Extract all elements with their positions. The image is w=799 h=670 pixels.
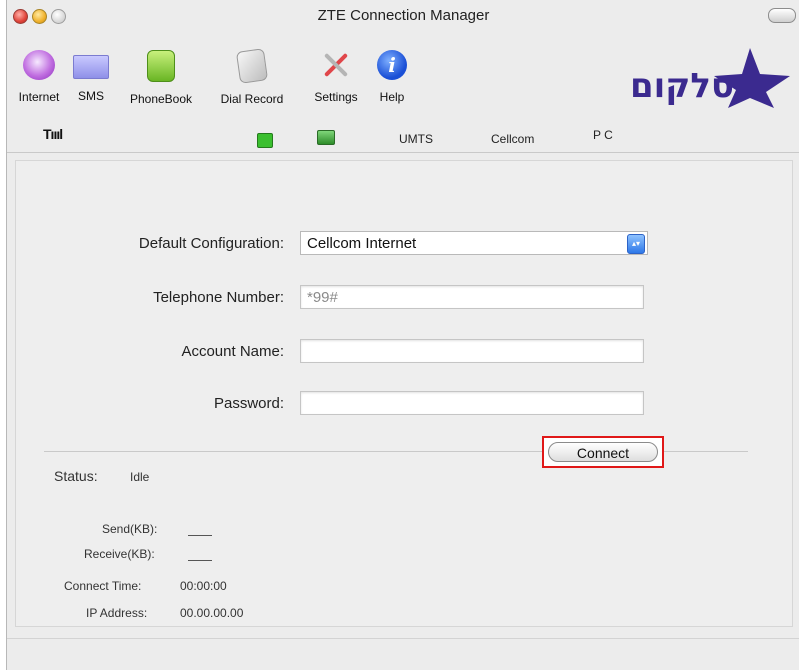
help-info-icon: i [377,50,407,80]
signal-strength-icon: Tıııl [43,126,63,142]
device-status-icon [257,133,273,148]
toolbar-phonebook-label: PhoneBook [129,92,193,106]
default-configuration-select[interactable]: Cellcom Internet ▴▾ [300,231,648,255]
toolbar-dial-record[interactable]: Dial Record [201,48,303,106]
app-window: ZTE Connection Manager Internet SMS Phon… [6,0,799,670]
send-value [188,535,212,536]
logo-text: סלקום [629,66,734,106]
send-label: Send(KB): [102,522,158,536]
network-status-icon [317,130,335,145]
account-name-label: Account Name: [181,343,284,360]
toolbar-help[interactable]: i Help [371,50,413,104]
connect-time-label: Connect Time: [64,579,142,593]
phonebook-icon [147,50,175,82]
toolbar-phonebook[interactable]: PhoneBook [121,50,201,106]
default-configuration-label: Default Configuration: [138,235,284,252]
window-title: ZTE Connection Manager [317,7,490,24]
toolbar-sms-label: SMS [77,89,104,103]
toolbar-internet[interactable]: Internet [13,50,65,104]
sms-envelope-icon [73,55,109,79]
cellcom-logo: סלקום [602,46,792,110]
receive-label: Receive(KB): [84,547,155,561]
toolbar-toggle-button[interactable] [768,8,796,23]
default-configuration-value: Cellcom Internet [307,235,417,252]
network-type: UMTS [399,132,433,146]
toolbar-sms[interactable]: SMS [71,50,111,103]
internet-connection-panel: Default Configuration: Cellcom Internet … [15,160,793,627]
operator-name: Cellcom [491,132,535,146]
internet-globe-icon [23,50,55,80]
status-value: Idle [130,470,150,484]
toolbar-internet-label: Internet [18,90,60,104]
connect-button[interactable]: Connect [548,442,658,462]
mode-indicator: P C [593,128,613,142]
toolbar-help-label: Help [379,90,405,104]
toolbar: Internet SMS PhoneBook Dial Record Setti… [7,38,799,118]
connection-status-bar: Tıııl UMTS Cellcom P C [7,118,799,153]
telephone-number-field[interactable]: *99# [300,285,644,309]
title-bar: ZTE Connection Manager [7,0,799,38]
password-field[interactable] [300,391,644,415]
ip-address-label: IP Address: [86,606,148,620]
connect-time-value: 00:00:00 [180,579,227,593]
chevron-updown-icon: ▴▾ [627,234,645,254]
toolbar-dial-record-label: Dial Record [220,92,284,106]
toolbar-settings-label: Settings [314,90,358,104]
status-label: Status: [54,468,98,484]
dial-record-icon [235,48,269,84]
receive-value [188,560,212,561]
account-name-field[interactable] [300,339,644,363]
window-bottom-edge [7,638,799,639]
connect-button-highlight: Connect [542,436,664,468]
toolbar-settings[interactable]: Settings [305,50,367,104]
password-label: Password: [213,395,284,412]
ip-address-value: 00.00.00.00 [180,606,244,620]
telephone-number-label: Telephone Number: [153,289,284,306]
settings-tools-icon [320,50,352,80]
